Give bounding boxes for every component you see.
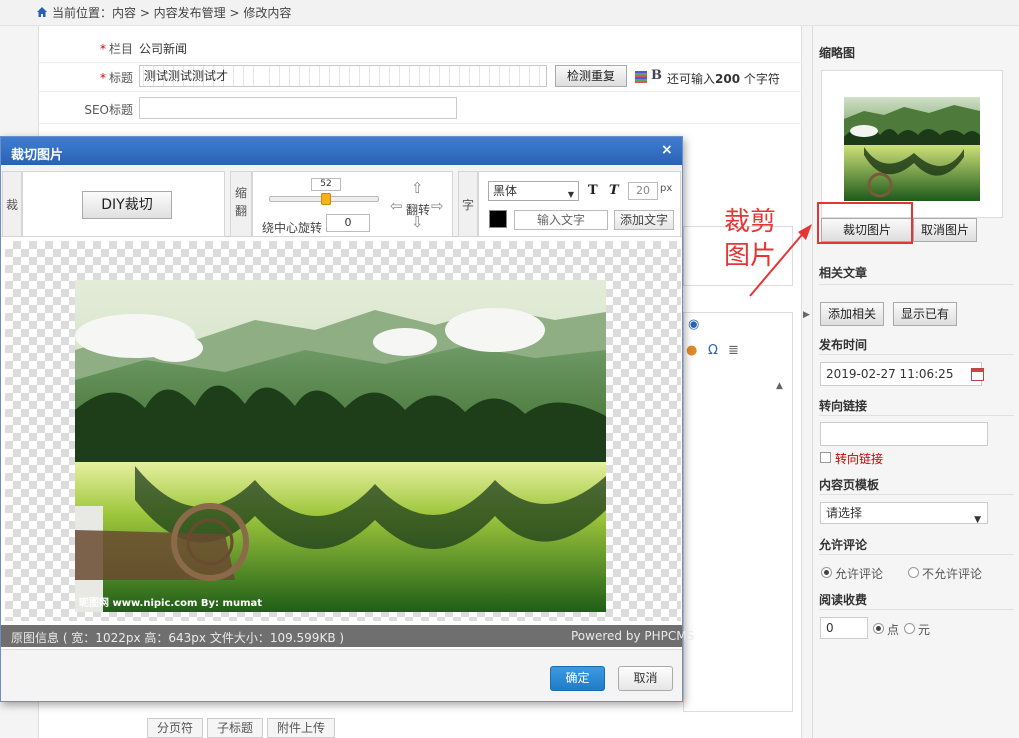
font-size-unit: px	[660, 183, 673, 194]
yuan-radio[interactable]	[904, 623, 915, 634]
chevron-down-icon: ▼	[974, 515, 981, 525]
omega-icon[interactable]: Ω	[708, 343, 718, 358]
flip-left-arrow-icon[interactable]: ⇦	[390, 197, 403, 215]
comment-heading: 允许评论	[819, 538, 868, 552]
allow-comment-label: 允许评论	[835, 567, 884, 581]
tab-subtitle[interactable]: 子标题	[207, 718, 264, 738]
powered-by: Powered by PHPCMS	[571, 629, 695, 643]
home-icon[interactable]	[36, 6, 48, 18]
point-radio[interactable]	[873, 623, 884, 634]
divider	[819, 554, 1014, 555]
zoom-slider-value: 52	[311, 178, 341, 191]
thumbnail-image	[844, 97, 980, 201]
allow-comment-radio[interactable]	[821, 567, 832, 578]
seo-title-row: SEO标题	[39, 93, 803, 124]
flip-up-arrow-icon[interactable]: ⇧	[411, 179, 424, 197]
tab-attachment-upload[interactable]: 附件上传	[267, 718, 336, 738]
bold-icon[interactable]: B	[651, 68, 662, 83]
thumbnail-box[interactable]	[821, 70, 1003, 218]
diy-crop-button[interactable]: DIY裁切	[82, 191, 172, 219]
ok-button[interactable]: 确定	[550, 666, 605, 691]
italic-text-icon[interactable]: T	[609, 183, 619, 198]
redirect-checkbox[interactable]	[820, 452, 831, 463]
dialog-title: 裁切图片	[11, 148, 64, 163]
scale-group-tag: 缩翻	[230, 171, 252, 237]
template-select[interactable]: 请选择 ▼	[820, 502, 988, 525]
expand-arrow-icon[interactable]: ▶	[803, 310, 810, 320]
text-input[interactable]: 输入文字	[514, 210, 608, 230]
font-size-input[interactable]: 20	[628, 182, 658, 200]
scroll-up-icon[interactable]: ▲	[776, 381, 783, 391]
remaining-chars: 还可输入200 个字符	[667, 72, 780, 86]
editor-bottom-tabs: 分页符 子标题 附件上传	[147, 718, 336, 738]
thumbnail-heading: 缩略图	[819, 46, 856, 60]
add-text-button[interactable]: 添加文字	[614, 210, 674, 230]
read-fee-heading: 阅读收费	[819, 593, 868, 607]
point-label: 点	[887, 623, 900, 637]
calendar-icon[interactable]	[971, 368, 984, 381]
category-row: * 栏目 公司新闻	[39, 32, 803, 63]
crop-button-highlight	[817, 202, 913, 244]
disallow-comment-radio[interactable]	[908, 567, 919, 578]
publish-time-value: 2019-02-27 11:06:25	[826, 367, 954, 381]
dialog-title-bar[interactable]: 裁切图片 ×	[1, 137, 682, 165]
divider	[819, 354, 1014, 355]
flip-label: 翻转	[406, 203, 431, 217]
divider	[819, 284, 1014, 285]
image-info-bar: 原图信息 ( 宽：1022px 高：643px 文件大小：109.599KB )…	[1, 625, 694, 647]
redirect-heading: 转向链接	[819, 399, 868, 413]
divider	[819, 609, 1014, 610]
bold-text-icon[interactable]: T	[588, 183, 598, 198]
annotation-arrow-icon	[749, 224, 812, 297]
redirect-url-input[interactable]	[820, 422, 988, 446]
smiley-icon[interactable]: ●	[686, 343, 697, 358]
category-value: 公司新闻	[139, 42, 188, 56]
pagebreak-icon[interactable]: ≣	[728, 343, 739, 358]
title-row: * 标题 测试测试测试才 检测重复 B 还可输入200 个字符	[39, 61, 803, 92]
crop-group-tag: 裁	[2, 171, 22, 237]
related-heading: 相关文章	[819, 266, 868, 280]
dialog-footer: 确定 取消	[1, 649, 682, 701]
publish-time-heading: 发布时间	[819, 338, 868, 352]
text-group-tag: 字	[458, 171, 478, 237]
template-heading: 内容页模板	[819, 478, 880, 492]
cancel-button[interactable]: 取消	[618, 666, 673, 691]
svg-text:昵图网 www.nipic.com By: mumat: 昵图网 www.nipic.com By: mumat	[79, 597, 262, 609]
font-family-value: 黑体	[493, 184, 518, 198]
source-icon[interactable]: ◉	[688, 317, 699, 332]
redirect-checkbox-label: 转向链接	[835, 452, 884, 466]
breadcrumb-bar: 当前位置：内容 > 内容发布管理 > 修改内容	[0, 0, 1019, 26]
seo-title-input[interactable]	[139, 97, 457, 119]
color-grid-icon[interactable]	[635, 71, 647, 83]
disallow-comment-label: 不允许评论	[922, 567, 983, 581]
tab-page-break[interactable]: 分页符	[147, 718, 204, 738]
seo-title-label: SEO标题	[84, 103, 133, 117]
flip-right-arrow-icon[interactable]: ⇨	[431, 197, 444, 215]
zoom-slider-handle[interactable]	[321, 193, 331, 205]
content-editor[interactable]: ◉ ● Ω ≣ ▲	[683, 312, 793, 712]
image-info: 原图信息 ( 宽：1022px 高：643px 文件大小：109.599KB )	[11, 631, 345, 645]
divider	[819, 494, 1014, 495]
add-related-button[interactable]: 添加相关	[820, 302, 884, 326]
category-label: * 栏目	[99, 42, 133, 56]
title-input[interactable]: 测试测试测试才	[139, 65, 547, 87]
check-duplicate-button[interactable]: 检测重复	[555, 65, 627, 87]
publish-time-input[interactable]: 2019-02-27 11:06:25	[820, 362, 984, 386]
divider	[819, 415, 1014, 416]
right-sidebar: 缩略图 裁切图片 取消图片 相关文章 添加相关 显示已有 发布时间 2019-0…	[812, 26, 1019, 738]
chevron-down-icon: ▼	[567, 190, 574, 199]
show-existing-button[interactable]: 显示已有	[893, 302, 957, 326]
crop-source-image[interactable]: 昵图网 www.nipic.com By: mumat	[75, 280, 606, 612]
template-select-value: 请选择	[826, 506, 863, 520]
cancel-image-button[interactable]: 取消图片	[913, 218, 977, 242]
read-fee-input[interactable]: 0	[820, 617, 868, 639]
close-icon[interactable]: ×	[661, 142, 673, 158]
yuan-label: 元	[918, 623, 931, 637]
rotate-angle-input[interactable]: 0	[326, 214, 370, 232]
font-family-select[interactable]: 黑体 ▼	[488, 181, 579, 201]
text-color-picker[interactable]	[489, 210, 507, 228]
title-label: * 标题	[99, 71, 133, 85]
rotate-center-label: 绕中心旋转	[262, 221, 323, 235]
breadcrumb: 当前位置：内容 > 内容发布管理 > 修改内容	[52, 6, 292, 20]
